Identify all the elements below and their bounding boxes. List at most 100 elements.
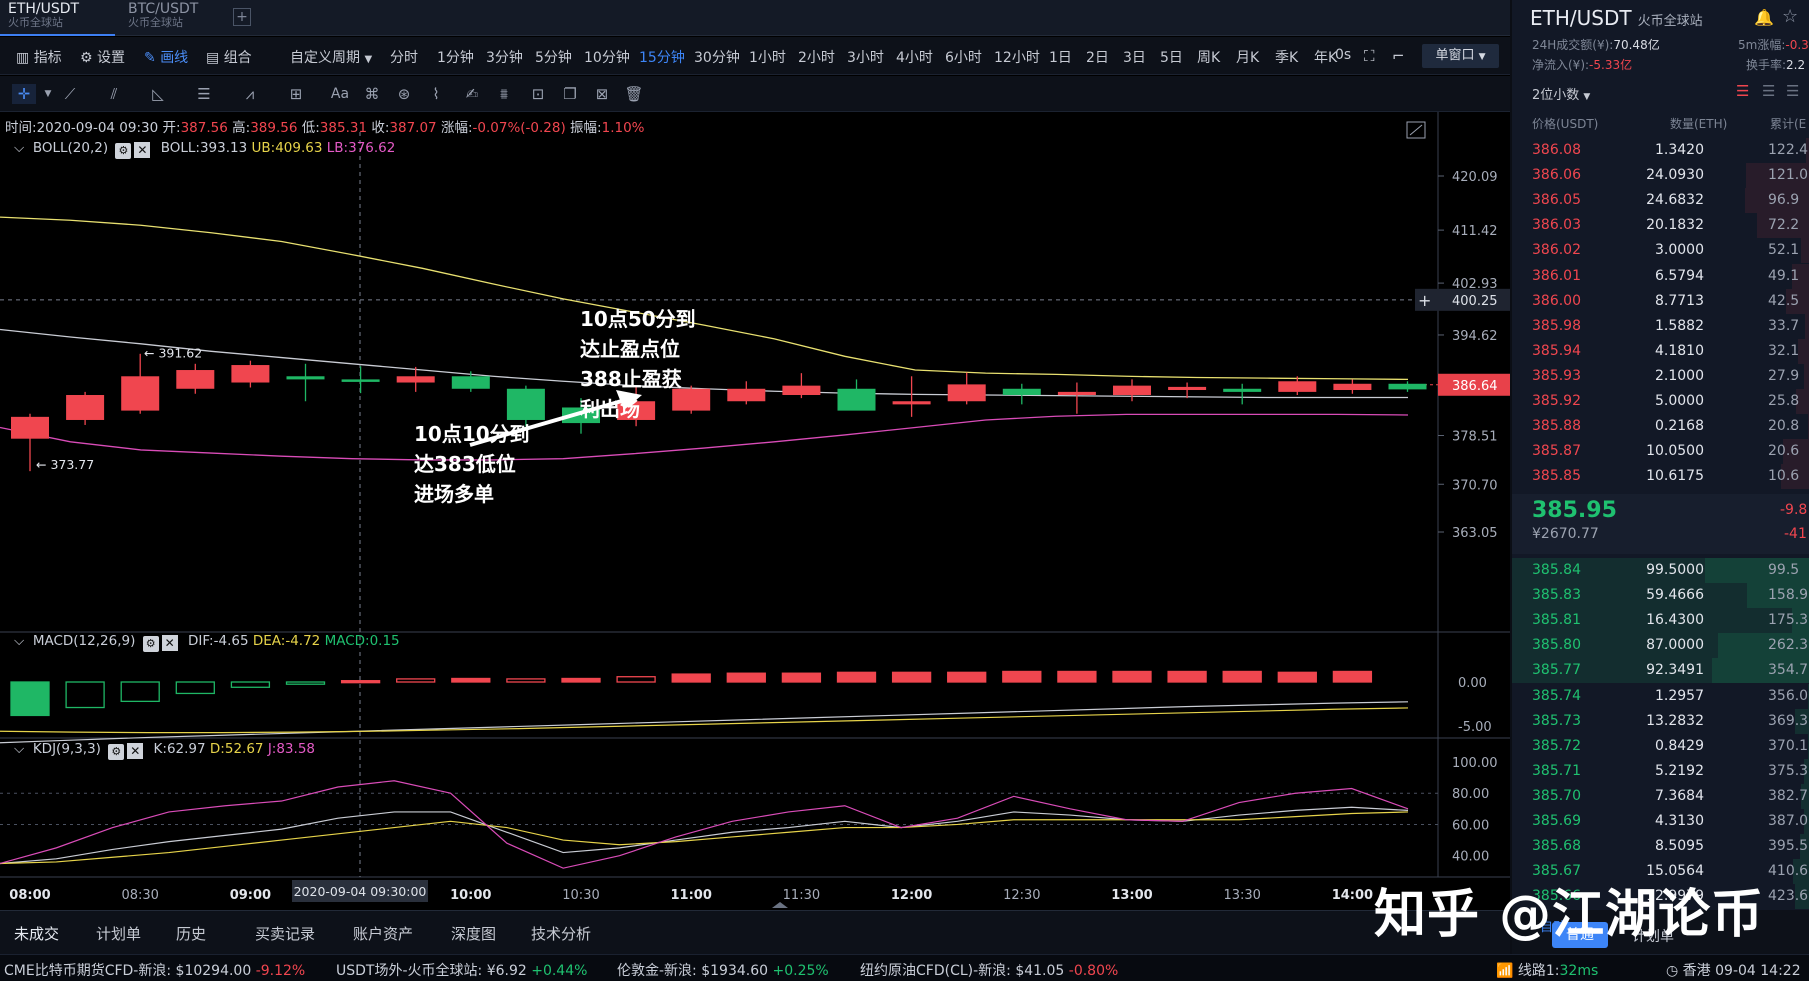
decimal-dropdown[interactable]: 2位小数 ▼ [1532,84,1590,103]
cumulative: 122.4 [1768,142,1809,158]
star-icon[interactable]: ☆ [1782,6,1798,27]
ask-row[interactable]: 386.01 6.5794 49.1 [1512,263,1809,289]
wave-tool-icon[interactable]: ⩘ [238,84,262,104]
ask-row[interactable]: 385.98 1.5882 33.7 [1512,313,1809,339]
period-20[interactable]: 年K [1314,47,1337,67]
close-icon[interactable]: ✕ [127,743,144,759]
bid-row[interactable]: 385.83 59.4666 158.9 [1512,583,1809,609]
bid-row[interactable]: 385.69 4.3130 387.0 [1512,809,1809,834]
bottom-tab-5[interactable]: 深度图 [451,923,496,944]
bid-row[interactable]: 385.77 92.3491 354.7 [1512,658,1809,684]
text-tool-icon[interactable]: Aa [328,84,352,104]
close-icon[interactable]: ✕ [161,635,178,651]
period-2[interactable]: 3分钟 [486,47,523,67]
bid-row[interactable]: 385.68 8.5095 395.5 [1512,834,1809,860]
bid-row[interactable]: 385.71 5.2192 375.3 [1512,758,1809,784]
gear-icon[interactable]: ⚙ [108,744,125,760]
bottom-tab-4[interactable]: 账户资产 [353,923,413,944]
period-14[interactable]: 2日 [1086,47,1109,67]
lock-tool-icon[interactable]: ⊡ [526,84,550,104]
period-18[interactable]: 月K [1236,47,1259,67]
bottom-tab-2[interactable]: 历史 [176,923,206,944]
gear-icon[interactable]: ⚙ [115,143,132,159]
ask-row[interactable]: 385.93 2.1000 27.9 [1512,363,1809,389]
period-16[interactable]: 5日 [1160,47,1183,67]
settings-button[interactable]: ⚙ 设置 [80,47,125,67]
bid-row[interactable]: 385.72 0.8429 370.1 [1512,733,1809,759]
period-12[interactable]: 12小时 [994,47,1040,67]
chevron-down-icon[interactable]: ⌵ [14,741,24,757]
screenshot-icon[interactable]: ⌐ [1392,47,1405,65]
period-19[interactable]: 季K [1275,47,1298,67]
ruler-tool-icon[interactable]: ⌇ [424,84,448,104]
ask-row[interactable]: 385.92 5.0000 25.8 [1512,389,1809,414]
ask-row[interactable]: 386.06 24.0930 121.0 [1512,163,1809,189]
period-10[interactable]: 4小时 [896,47,933,67]
period-15[interactable]: 3日 [1123,47,1146,67]
period-3[interactable]: 5分钟 [535,47,572,67]
chevron-down-icon[interactable]: ⌵ [14,633,24,649]
tab-eth-usdt[interactable]: ETH/USDT 火币全球站 [0,0,115,36]
ask-row[interactable]: 386.05 24.6832 96.9 [1512,188,1809,214]
chevron-down-icon[interactable]: ⌵ [14,140,24,156]
view-bids-icon[interactable]: ☰ [1762,82,1775,100]
period-11[interactable]: 6小时 [945,47,982,67]
pitchfork-tool-icon[interactable]: ⩩ [492,84,516,104]
pattern-tool-icon[interactable]: ⌘ [360,84,384,104]
horizontal-lines-tool-icon[interactable]: ☰ [192,84,216,104]
custom-period-dropdown[interactable]: 自定义周期 ▼ [290,47,372,67]
ask-row[interactable]: 385.88 0.2168 20.8 [1512,414,1809,440]
ask-row[interactable]: 385.85 10.6175 10.6 [1512,464,1809,490]
bell-icon[interactable]: 🔔 [1754,8,1774,27]
bottom-tab-1[interactable]: 计划单 [96,923,141,944]
fullscreen-icon[interactable]: ⛶ [1364,47,1375,65]
copy-tool-icon[interactable]: ❐ [558,84,582,104]
period-4[interactable]: 10分钟 [584,47,630,67]
draw-button[interactable]: ✎ 画线 [144,47,188,67]
bottom-tab-6[interactable]: 技术分析 [531,923,591,944]
bid-row[interactable]: 385.73 13.2832 369.3 [1512,708,1809,734]
ask-row[interactable]: 386.02 3.0000 52.1 [1512,238,1809,264]
indicator-button[interactable]: ▥ 指标 [16,47,62,67]
fib-tool-icon[interactable]: ⊛ [392,84,416,104]
angle-tool-icon[interactable]: ◺ [146,84,170,104]
ask-row[interactable]: 386.00 8.7713 42.5 [1512,288,1809,314]
bid-row[interactable]: 385.74 1.2957 356.0 [1512,683,1809,709]
period-13[interactable]: 1日 [1049,47,1072,67]
period-8[interactable]: 2小时 [798,47,835,67]
crosshair-tool-icon[interactable]: ✛ [12,84,36,104]
period-6[interactable]: 30分钟 [694,47,740,67]
ask-row[interactable]: 385.94 4.1810 32.1 [1512,338,1809,364]
period-0[interactable]: 分时 [390,47,418,67]
ask-row[interactable]: 386.03 20.1832 72.2 [1512,213,1809,239]
measure-tool-icon[interactable]: ⊞ [284,84,308,104]
bid-row[interactable]: 385.80 87.0000 262.3 [1512,633,1809,659]
brush-tool-icon[interactable]: ✍ [460,84,484,104]
combo-button[interactable]: ▤ 组合 [206,47,252,67]
add-tab-button[interactable]: + [233,8,251,26]
period-5[interactable]: 15分钟 [639,47,685,67]
ask-row[interactable]: 385.87 10.0500 20.6 [1512,439,1809,465]
view-asks-icon[interactable]: ☰ [1786,82,1799,100]
period-1[interactable]: 1分钟 [437,47,474,67]
bid-row[interactable]: 385.70 7.3684 382.7 [1512,783,1809,809]
channel-tool-icon[interactable]: ⫽ [102,84,126,104]
period-17[interactable]: 周K [1197,47,1220,67]
ask-row[interactable]: 386.08 1.3420 122.4 [1512,138,1809,163]
trend-line-tool-icon[interactable]: ⟋ [58,84,82,104]
close-icon[interactable]: ✕ [134,142,151,158]
view-both-icon[interactable]: ☰ [1736,82,1749,100]
caret-down-icon[interactable]: ▼ [36,84,60,104]
trash-icon[interactable]: 🗑 [622,84,646,104]
candlestick-chart[interactable]: 420.09 411.42 402.93 394.62 378.51 370.70 363.… [0,112,1510,910]
period-9[interactable]: 3小时 [847,47,884,67]
magnet-tool-icon[interactable]: ⊠ [590,84,614,104]
bid-row[interactable]: 385.84 99.5000 99.5 [1512,558,1809,583]
bottom-tab-3[interactable]: 买卖记录 [255,923,315,944]
single-window-dropdown[interactable]: 单窗口 ▼ [1422,44,1499,68]
bottom-tab-0[interactable]: 未成交 [14,923,59,944]
gear-icon[interactable]: ⚙ [142,636,159,652]
period-7[interactable]: 1小时 [749,47,786,67]
bid-row[interactable]: 385.81 16.4300 175.3 [1512,608,1809,634]
tab-btc-usdt[interactable]: BTC/USDT 火币全球站 [120,0,235,36]
